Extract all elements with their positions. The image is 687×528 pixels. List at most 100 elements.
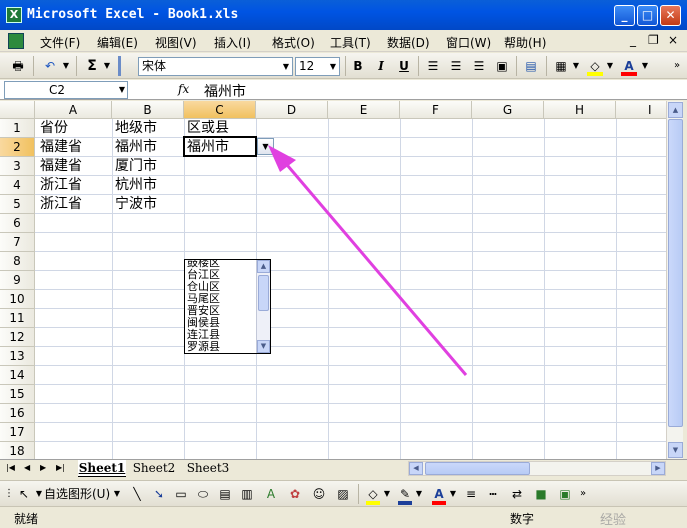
align-right-icon[interactable]: ☰: [469, 56, 489, 76]
row-header-10[interactable]: 10: [0, 290, 35, 309]
tab-sheet2[interactable]: Sheet2: [130, 460, 178, 477]
column-header-d[interactable]: D: [256, 101, 328, 119]
align-center-icon[interactable]: ☰: [446, 56, 466, 76]
autoshapes-menu[interactable]: 自选图形(U): [44, 484, 122, 504]
row-header-1[interactable]: 1: [0, 119, 35, 138]
font-color-dropdown-icon[interactable]: ▼: [448, 484, 458, 504]
currency-style-icon[interactable]: ▤: [521, 56, 541, 76]
prev-sheet-icon[interactable]: ◀: [24, 463, 30, 472]
textbox-icon[interactable]: ▤: [216, 484, 234, 504]
row-header-17[interactable]: 17: [0, 423, 35, 442]
scroll-down-icon[interactable]: ▼: [257, 340, 270, 353]
menu-edit[interactable]: 编辑(E): [97, 34, 138, 51]
arrow-style-icon[interactable]: ⇄: [508, 484, 526, 504]
oval-icon[interactable]: ⬭: [194, 484, 212, 504]
line-style-icon[interactable]: ≡: [462, 484, 480, 504]
row-header-14[interactable]: 14: [0, 366, 35, 385]
select-objects-icon[interactable]: ↖: [16, 484, 32, 504]
font-size-select[interactable]: 12 ▼: [295, 57, 340, 76]
vertical-scrollbar[interactable]: ▲ ▼: [666, 101, 683, 459]
scroll-thumb[interactable]: [258, 275, 269, 311]
clipart-icon[interactable]: ☺: [310, 484, 328, 504]
column-header-h[interactable]: H: [544, 101, 616, 119]
row-header-3[interactable]: 3: [0, 157, 35, 176]
row-header-16[interactable]: 16: [0, 404, 35, 423]
row-header-6[interactable]: 6: [0, 214, 35, 233]
toolbar-grip[interactable]: ⋮: [4, 484, 14, 504]
dropdown-option[interactable]: 罗源县: [187, 341, 220, 353]
fill-color-dropdown-icon[interactable]: ▼: [382, 484, 392, 504]
column-header-a[interactable]: A: [35, 101, 112, 119]
tab-sheet3[interactable]: Sheet3: [184, 460, 232, 477]
cell-b4[interactable]: 杭州市: [113, 176, 157, 195]
next-sheet-icon[interactable]: ▶: [40, 463, 46, 472]
cell-b3[interactable]: 厦门市: [113, 157, 157, 176]
dropdown-option[interactable]: 连江县: [187, 329, 220, 341]
doc-restore-button[interactable]: ❐: [648, 33, 659, 47]
borders-icon[interactable]: ▦: [551, 56, 571, 76]
insert-function-icon[interactable]: fx: [178, 82, 189, 96]
last-sheet-icon[interactable]: ▶|: [56, 463, 65, 472]
menu-format[interactable]: 格式(O): [272, 34, 315, 51]
dropdown-option[interactable]: 晋安区: [187, 305, 220, 317]
column-header-g[interactable]: G: [472, 101, 544, 119]
arrow-icon[interactable]: ➘: [150, 484, 168, 504]
dropdown-option[interactable]: 闽侯县: [187, 317, 220, 329]
select-all-corner[interactable]: [0, 101, 35, 119]
minimize-button[interactable]: _: [614, 5, 635, 26]
diagram-icon[interactable]: ✿: [286, 484, 304, 504]
row-header-11[interactable]: 11: [0, 309, 35, 328]
scroll-right-icon[interactable]: ▶: [651, 462, 665, 475]
data-validation-list[interactable]: 鼓楼区 台江区 仓山区 马尾区 晋安区 闽侯县 连江县 罗源县 ▲ ▼: [184, 259, 271, 354]
cell-a3[interactable]: 福建省: [38, 157, 82, 176]
close-button[interactable]: ✕: [660, 5, 681, 26]
data-validation-dropdown-button[interactable]: ▼: [257, 138, 274, 155]
dropdown-scrollbar[interactable]: ▲ ▼: [256, 260, 270, 353]
row-header-5[interactable]: 5: [0, 195, 35, 214]
column-header-e[interactable]: E: [328, 101, 400, 119]
print-icon[interactable]: 🖶: [8, 56, 28, 76]
row-header-9[interactable]: 9: [0, 271, 35, 290]
menu-view[interactable]: 视图(V): [155, 34, 197, 51]
autoshapes-dropdown-icon[interactable]: ▼: [112, 484, 122, 504]
menu-insert[interactable]: 插入(I): [214, 34, 251, 51]
row-header-18[interactable]: 18: [0, 442, 35, 459]
scroll-thumb[interactable]: [668, 119, 683, 427]
row-header-15[interactable]: 15: [0, 385, 35, 404]
cell-b5[interactable]: 宁波市: [113, 195, 157, 214]
line-color-dropdown-icon[interactable]: ▼: [414, 484, 424, 504]
dropdown-option[interactable]: 仓山区: [187, 281, 220, 293]
workbook-icon[interactable]: [8, 33, 24, 49]
name-box[interactable]: C2 ▼: [4, 81, 128, 99]
active-cell-c2[interactable]: 福州市: [183, 136, 257, 157]
rectangle-icon[interactable]: ▭: [172, 484, 190, 504]
cell-a1[interactable]: 省份: [38, 119, 68, 138]
underline-button[interactable]: U: [395, 56, 413, 76]
scroll-thumb[interactable]: [425, 462, 530, 475]
borders-dropdown-icon[interactable]: ▼: [571, 56, 581, 76]
undo-icon[interactable]: ↶: [40, 56, 60, 76]
excel-app-icon[interactable]: X: [6, 7, 22, 23]
italic-button[interactable]: I: [372, 56, 390, 76]
align-left-icon[interactable]: ☰: [423, 56, 443, 76]
horizontal-scrollbar[interactable]: ◀ ▶: [408, 461, 666, 476]
scroll-down-icon[interactable]: ▼: [668, 442, 683, 458]
formula-input[interactable]: 福州市: [204, 81, 246, 101]
fill-color-dropdown-icon[interactable]: ▼: [605, 56, 615, 76]
row-header-8[interactable]: 8: [0, 252, 35, 271]
merge-center-icon[interactable]: ▣: [492, 56, 512, 76]
menu-help[interactable]: 帮助(H): [504, 34, 546, 51]
toolbar-options-icon[interactable]: »: [672, 56, 682, 76]
cell-b2[interactable]: 福州市: [113, 138, 157, 157]
cell-b1[interactable]: 地级市: [113, 119, 157, 138]
bold-button[interactable]: B: [349, 56, 367, 76]
maximize-button[interactable]: □: [637, 5, 658, 26]
menu-file[interactable]: 文件(F): [40, 34, 80, 51]
row-header-4[interactable]: 4: [0, 176, 35, 195]
column-header-c[interactable]: C: [184, 101, 256, 119]
font-name-select[interactable]: 宋体 ▼: [138, 57, 293, 76]
cell-a2[interactable]: 福建省: [38, 138, 82, 157]
font-color-dropdown-icon[interactable]: ▼: [640, 56, 650, 76]
wordart-icon[interactable]: A: [262, 484, 280, 504]
menu-tools[interactable]: 工具(T): [330, 34, 371, 51]
